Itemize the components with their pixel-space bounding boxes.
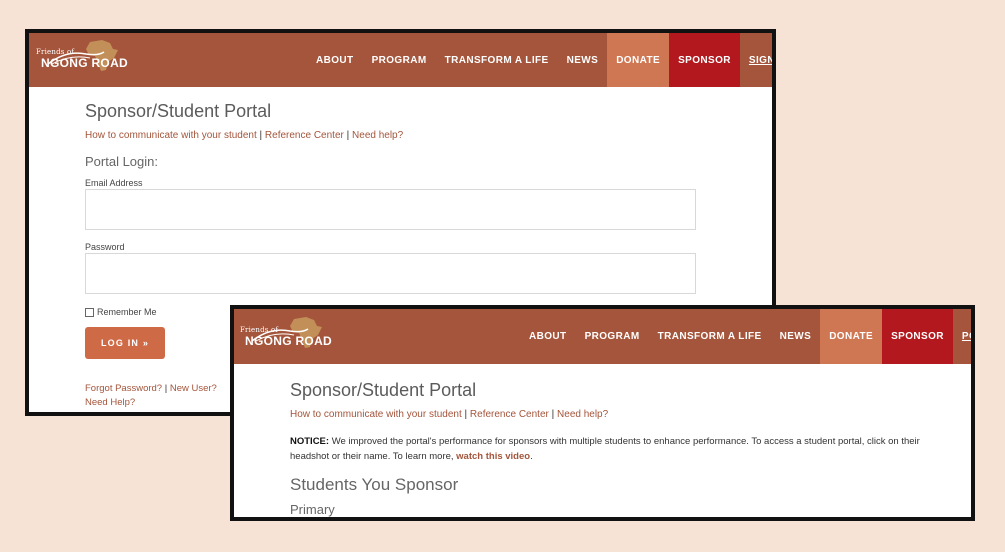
link-reference-center[interactable]: Reference Center <box>265 130 344 141</box>
link-separator: | <box>551 409 555 420</box>
logo-title: NGONG ROAD <box>41 56 128 70</box>
password-label: Password <box>85 242 125 252</box>
nav-transform-a-life[interactable]: TRANSFORM A LIFE <box>649 309 771 364</box>
page-title: Sponsor/Student Portal <box>85 101 272 121</box>
need-help-footer-link[interactable]: Need Help? <box>85 397 135 408</box>
nav-sponsor[interactable]: SPONSOR <box>669 33 740 87</box>
nav-news[interactable]: NEWS <box>558 33 608 87</box>
logo-title: NGONG ROAD <box>245 334 332 348</box>
link-separator: | <box>259 130 263 141</box>
forgot-password-link[interactable]: Forgot Password? <box>85 383 162 394</box>
footer-separator: | <box>164 383 168 394</box>
page-title: Sponsor/Student Portal <box>290 380 477 400</box>
nav-program[interactable]: PROGRAM <box>576 309 649 364</box>
nav-transform-a-life[interactable]: TRANSFORM A LIFE <box>436 33 558 87</box>
logo-subtitle: Friends of <box>36 48 75 56</box>
portal-screenshot: Friends of NGONG ROAD ABOUT PROGRAM TRAN… <box>230 305 975 521</box>
link-reference-center[interactable]: Reference Center <box>470 409 549 420</box>
logo[interactable]: Friends of NGONG ROAD <box>240 315 332 355</box>
main-menu: ABOUT PROGRAM TRANSFORM A LIFE NEWS DONA… <box>520 309 971 364</box>
log-in-button[interactable]: LOG IN » <box>85 327 165 359</box>
notice-text: We improved the portal's performance for… <box>290 436 920 462</box>
link-separator: | <box>346 130 350 141</box>
email-label: Email Address <box>85 178 143 188</box>
main-menu: ABOUT PROGRAM TRANSFORM A LIFE NEWS DONA… <box>307 33 772 87</box>
remember-me[interactable]: Remember Me <box>85 307 157 317</box>
notice-message: NOTICE: We improved the portal's perform… <box>290 434 920 464</box>
nav-donate[interactable]: DONATE <box>820 309 883 364</box>
notice-end: . <box>530 451 533 462</box>
primary-heading: Primary <box>290 502 335 517</box>
link-need-help[interactable]: Need help? <box>557 409 608 420</box>
email-field[interactable] <box>85 189 696 230</box>
header-nav: Friends of NGONG ROAD ABOUT PROGRAM TRAN… <box>29 33 772 87</box>
nav-donate[interactable]: DONATE <box>607 33 670 87</box>
logo-subtitle: Friends of <box>240 326 279 334</box>
help-links: How to communicate with your student | R… <box>85 130 403 141</box>
logo[interactable]: Friends of NGONG ROAD <box>36 38 128 78</box>
link-need-help[interactable]: Need help? <box>352 130 403 141</box>
nav-sponsor[interactable]: SPONSOR <box>882 309 953 364</box>
header-nav: Friends of NGONG ROAD ABOUT PROGRAM TRAN… <box>234 309 971 364</box>
remember-me-label: Remember Me <box>97 307 157 317</box>
remember-me-checkbox[interactable] <box>85 307 94 317</box>
notice-label: NOTICE: <box>290 436 330 447</box>
nav-about[interactable]: ABOUT <box>307 33 363 87</box>
link-communicate[interactable]: How to communicate with your student <box>290 409 462 420</box>
students-heading: Students You Sponsor <box>290 475 459 494</box>
footer-links: Forgot Password? | New User? <box>85 383 217 394</box>
new-user-link[interactable]: New User? <box>170 383 217 394</box>
password-field[interactable] <box>85 253 696 294</box>
help-links: How to communicate with your student | R… <box>290 409 608 420</box>
nav-news[interactable]: NEWS <box>771 309 821 364</box>
portal-login-heading: Portal Login: <box>85 154 158 169</box>
nav-about[interactable]: ABOUT <box>520 309 576 364</box>
nav-sign-in[interactable]: SIGN IN <box>740 33 772 87</box>
nav-program[interactable]: PROGRAM <box>363 33 436 87</box>
watch-video-link[interactable]: watch this video <box>456 451 530 462</box>
link-communicate[interactable]: How to communicate with your student <box>85 130 257 141</box>
nav-portal[interactable]: PORTAL <box>953 309 971 364</box>
link-separator: | <box>464 409 468 420</box>
